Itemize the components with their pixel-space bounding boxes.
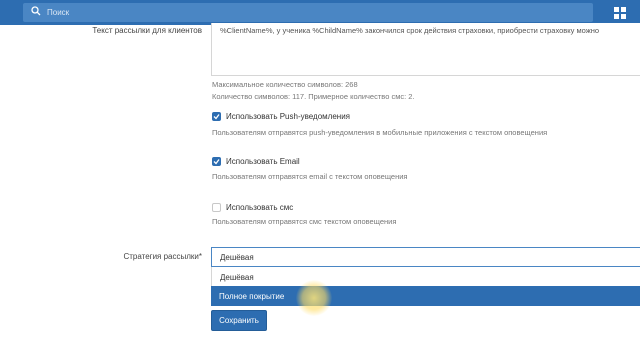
search-box[interactable] bbox=[23, 3, 593, 22]
push-checkbox[interactable] bbox=[212, 112, 221, 121]
push-hint: Пользователям отправятся push-уведомлени… bbox=[212, 128, 548, 137]
client-text-value: %ClientName%, у ученика %ChildName% зако… bbox=[220, 26, 600, 35]
top-navigation-bar bbox=[0, 0, 640, 25]
save-button[interactable]: Сохранить bbox=[211, 310, 267, 331]
strategy-selected-value: Дешёвая bbox=[220, 253, 254, 262]
sms-checkbox[interactable] bbox=[212, 203, 221, 212]
char-count-info: Количество символов: 117. Примерное коли… bbox=[212, 92, 415, 101]
max-chars-info: Максимальное количество символов: 268 bbox=[212, 80, 358, 89]
option-label: Полное покрытие bbox=[219, 292, 285, 301]
client-text-area[interactable]: %ClientName%, у ученика %ChildName% зако… bbox=[211, 23, 640, 76]
email-hint: Пользователям отправятся email с текстом… bbox=[212, 172, 408, 181]
client-text-label: Текст рассылки для клиентов bbox=[92, 26, 202, 35]
strategy-label: Стратегия рассылки* bbox=[123, 252, 202, 261]
search-icon bbox=[31, 6, 41, 16]
email-checkbox-label[interactable]: Использовать Email bbox=[226, 157, 300, 166]
cursor-highlight bbox=[296, 280, 332, 316]
option-label: Дешёвая bbox=[220, 273, 254, 282]
email-checkbox[interactable] bbox=[212, 157, 221, 166]
strategy-select[interactable]: Дешёвая bbox=[211, 247, 640, 267]
search-input[interactable] bbox=[47, 5, 567, 20]
checkmark-icon bbox=[213, 114, 220, 120]
strategy-option-cheap[interactable]: Дешёвая bbox=[211, 267, 640, 287]
apps-grid-icon[interactable] bbox=[613, 6, 627, 20]
sms-checkbox-label[interactable]: Использовать смс bbox=[226, 203, 293, 212]
push-checkbox-label[interactable]: Использовать Push-уведомления bbox=[226, 112, 350, 121]
sms-hint: Пользователям отправятся смс текстом опо… bbox=[212, 217, 397, 226]
checkmark-icon bbox=[213, 159, 220, 165]
strategy-option-full-coverage[interactable]: Полное покрытие bbox=[211, 286, 640, 306]
